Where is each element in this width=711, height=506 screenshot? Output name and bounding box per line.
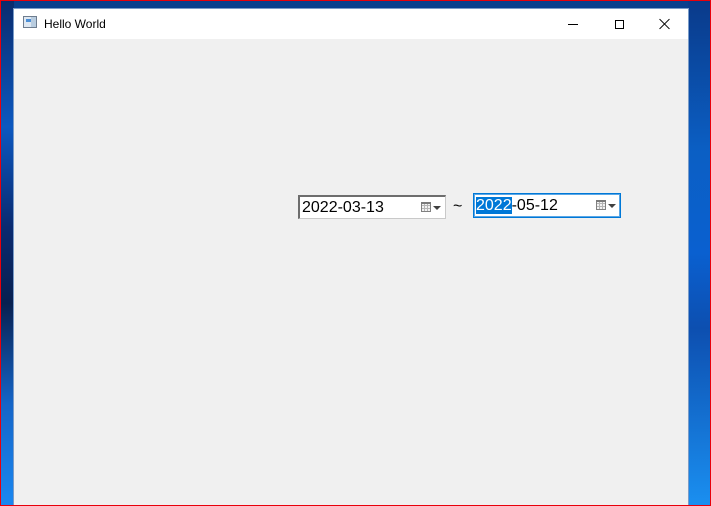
desktop-background-left bbox=[1, 1, 14, 505]
start-date-edit[interactable]: 2022-03-13 bbox=[298, 195, 446, 219]
calendar-icon bbox=[596, 200, 606, 210]
end-date-month-day: -05-12 bbox=[511, 197, 558, 214]
calendar-icon bbox=[421, 202, 431, 212]
desktop-background-right bbox=[688, 1, 710, 505]
close-button[interactable] bbox=[642, 9, 688, 39]
maximize-button[interactable] bbox=[596, 9, 642, 39]
maximize-icon bbox=[614, 19, 624, 29]
app-icon bbox=[23, 16, 37, 28]
end-date-edit[interactable]: 2022-05-12 bbox=[473, 193, 621, 218]
title-bar[interactable]: Hello World bbox=[14, 9, 688, 39]
start-date-value[interactable]: 2022-03-13 bbox=[302, 199, 384, 217]
client-area: 2022-03-13 ~ 2022-05-12 bbox=[14, 39, 688, 506]
close-icon bbox=[659, 18, 671, 30]
start-date-year: 2022 bbox=[302, 199, 338, 216]
date-range-separator: ~ bbox=[453, 198, 463, 215]
end-date-value[interactable]: 2022-05-12 bbox=[476, 197, 558, 215]
start-date-calendar-button[interactable] bbox=[420, 200, 442, 216]
window-title: Hello World bbox=[44, 17, 106, 31]
dropdown-arrow-icon bbox=[608, 204, 616, 208]
start-date-month-day: -03-13 bbox=[337, 199, 384, 216]
minimize-button[interactable] bbox=[550, 9, 596, 39]
minimize-icon bbox=[568, 23, 578, 25]
dropdown-arrow-icon bbox=[433, 206, 441, 210]
app-window: Hello World 2022-03-13 ~ 2022-05-12 bbox=[14, 9, 688, 506]
end-date-year-selected: 2022 bbox=[476, 197, 512, 214]
end-date-calendar-button[interactable] bbox=[595, 198, 617, 214]
